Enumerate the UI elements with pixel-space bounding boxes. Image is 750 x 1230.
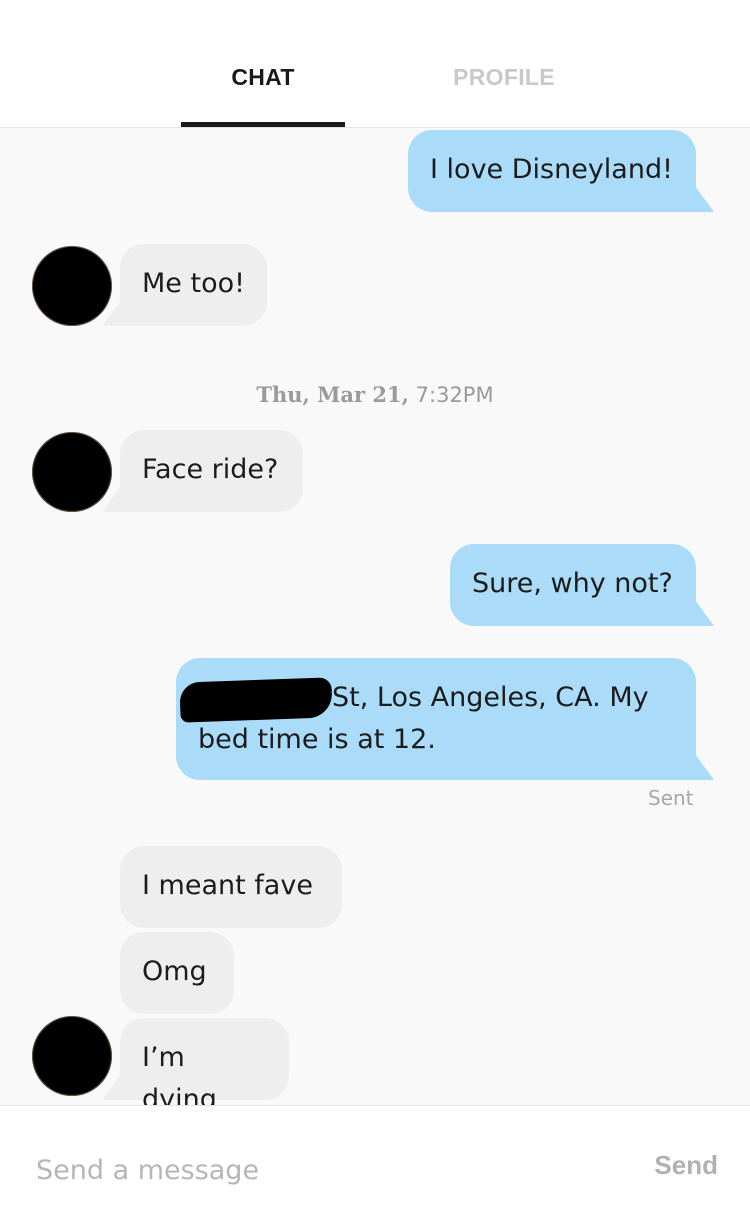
sent-status: Sent	[648, 786, 694, 810]
avatar[interactable]	[32, 246, 112, 326]
message-outgoing: St, Los Angeles, CA. My bed time is at 1…	[176, 658, 714, 780]
message-text: I love Disneyland!	[430, 154, 673, 185]
message-outgoing: I love Disneyland!	[408, 130, 714, 212]
message-incoming: Me too!	[102, 244, 267, 326]
message-incoming: Face ride?	[102, 430, 303, 512]
message-composer: Send	[0, 1105, 750, 1230]
message-text: Face ride?	[142, 454, 279, 485]
message-text: Sure, why not?	[472, 568, 673, 599]
message-input[interactable]	[36, 1148, 596, 1192]
avatar[interactable]	[32, 1016, 112, 1096]
timestamp-time: 7:32PM	[415, 383, 494, 407]
avatar[interactable]	[32, 432, 112, 512]
message-outgoing: Sure, why not?	[450, 544, 714, 626]
active-tab-indicator	[181, 122, 345, 127]
tab-profile[interactable]: PROFILE	[404, 64, 604, 91]
tab-chat[interactable]: CHAT	[163, 64, 363, 91]
message-timestamp: Thu, Mar 21, 7:32PM	[0, 382, 750, 407]
message-incoming: Omg	[120, 932, 234, 1014]
redaction-mark	[179, 677, 333, 723]
message-incoming: I meant fave	[120, 846, 342, 928]
message-incoming: I’m dying	[102, 1018, 289, 1115]
timestamp-day: Thu, Mar 21,	[256, 382, 409, 407]
tab-bar: CHAT PROFILE	[0, 0, 750, 128]
send-button[interactable]: Send	[654, 1150, 718, 1181]
message-text: Omg	[142, 956, 207, 987]
chat-thread[interactable]: I love Disneyland! Me too! Thu, Mar 21, …	[0, 128, 750, 1115]
message-text: I meant fave	[142, 870, 313, 901]
message-text: Me too!	[142, 268, 245, 299]
